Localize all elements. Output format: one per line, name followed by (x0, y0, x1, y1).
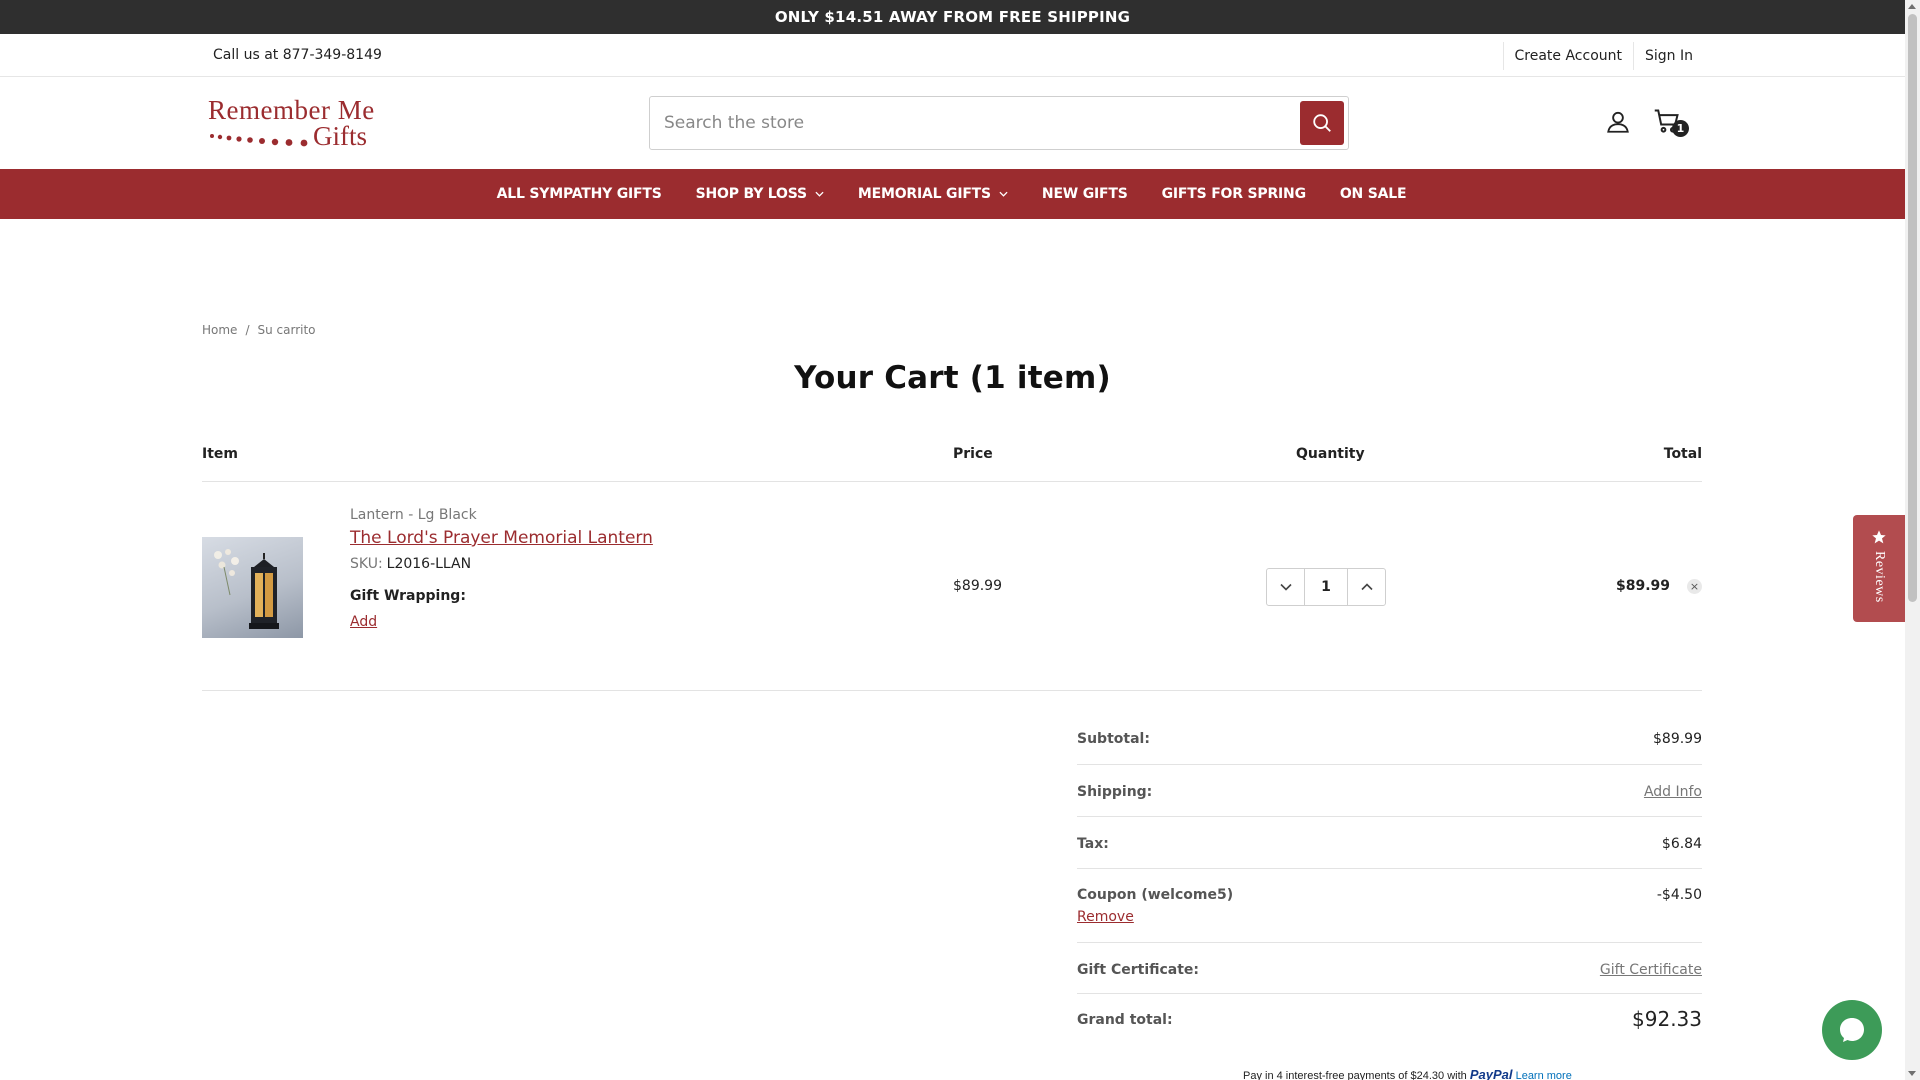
gift-certificate-link[interactable]: Gift Certificate (1600, 962, 1702, 978)
page-scrollbar[interactable] (1905, 0, 1920, 1080)
nav-item-label: ALL SYMPATHY GIFTS (496, 186, 662, 202)
quantity-stepper: 1 (1266, 568, 1386, 606)
reviews-tab-label: Reviews (1872, 551, 1887, 603)
scrollbar-thumb[interactable] (1908, 14, 1917, 602)
header-item: Item (202, 446, 238, 462)
free-shipping-banner: ONLY $14.51 AWAY FROM FREE SHIPPING (0, 0, 1905, 34)
item-price: $89.99 (953, 578, 1002, 594)
header-quantity: Quantity (1296, 446, 1365, 462)
nav-item-label: NEW GIFTS (1041, 186, 1128, 202)
gift-wrapping-add-link[interactable]: Add (350, 614, 653, 630)
cart-totals: Subtotal: $89.99 Shipping: Add Info Tax:… (1077, 716, 1702, 1046)
account-icon[interactable] (1605, 109, 1631, 135)
sku-value: L2016-LLAN (386, 556, 472, 572)
paypal-logo: PayPal (1469, 1067, 1513, 1080)
free-shipping-text: ONLY $14.51 AWAY FROM FREE SHIPPING (774, 8, 1131, 26)
sign-in-link[interactable]: Sign In (1633, 41, 1693, 70)
main-navigation: ALL SYMPATHY GIFTS SHOP BY LOSS MEMORIAL… (0, 169, 1905, 219)
search-button[interactable] (1300, 101, 1344, 145)
scroll-down-arrow-icon[interactable] (1908, 1071, 1916, 1076)
nav-item-label: SHOP BY LOSS (695, 186, 807, 202)
create-account-link[interactable]: Create Account (1502, 41, 1634, 70)
site-logo[interactable]: Remember Me Gifts (205, 95, 385, 151)
coupon-row: Coupon (welcome5) -$4.50 Remove (1077, 869, 1702, 943)
tax-row: Tax: $6.84 (1077, 817, 1702, 869)
chevron-down-icon (1279, 583, 1292, 591)
chevron-up-icon (1360, 583, 1373, 591)
product-variant: Lantern - Lg Black (350, 507, 477, 523)
subtotal-label: Subtotal: (1077, 731, 1150, 747)
nav-all-sympathy-gifts[interactable]: ALL SYMPATHY GIFTS (480, 186, 679, 202)
nav-item-label: ON SALE (1339, 186, 1407, 202)
chat-bubble-icon (1840, 1018, 1864, 1042)
search-input[interactable] (650, 97, 1290, 149)
tax-value: $6.84 (1661, 836, 1702, 852)
header-price: Price (953, 446, 993, 462)
header-total: Total (1663, 446, 1702, 462)
chat-button[interactable] (1822, 1000, 1882, 1060)
paypal-learn-more-link[interactable]: Learn more (1516, 1070, 1572, 1080)
star-icon (1872, 530, 1886, 544)
tax-label: Tax: (1077, 836, 1109, 852)
chevron-down-icon (815, 191, 824, 197)
paypal-message-text: Pay in 4 interest-free payments of $24.3… (1243, 1070, 1467, 1080)
product-sku: SKU: L2016-LLAN (350, 556, 653, 572)
chevron-down-icon (999, 191, 1008, 197)
nav-memorial-gifts[interactable]: MEMORIAL GIFTS (841, 186, 1025, 202)
product-info: Lantern - Lg Black The Lord's Prayer Mem… (350, 507, 653, 630)
cart-count-badge: 1 (1672, 120, 1689, 137)
nav-new-gifts[interactable]: NEW GIFTS (1025, 186, 1145, 202)
nav-on-sale[interactable]: ON SALE (1323, 186, 1424, 202)
item-total: $89.99 (1615, 578, 1670, 594)
gift-wrapping-label: Gift Wrapping: (350, 588, 466, 604)
grand-total-value: $92.33 (1632, 1007, 1702, 1031)
nav-gifts-for-spring[interactable]: GIFTS FOR SPRING (1145, 186, 1323, 202)
search-box (649, 96, 1349, 150)
remove-item-button[interactable]: × (1687, 579, 1702, 594)
coupon-remove-link[interactable]: Remove (1077, 909, 1134, 925)
cart-button[interactable]: 1 (1653, 107, 1689, 137)
utility-bar: Call us at 877-349-8149 Create Account S… (0, 34, 1905, 77)
lantern-icon (249, 553, 279, 629)
grand-total-label: Grand total: (1077, 1012, 1173, 1028)
logo-dots-icon (210, 134, 308, 147)
product-image[interactable] (202, 537, 303, 638)
gift-certificate-label: Gift Certificate: (1077, 962, 1200, 978)
shipping-label: Shipping: (1077, 784, 1153, 800)
search-icon (1313, 114, 1331, 132)
subtotal-value: $89.99 (1653, 731, 1702, 747)
breadcrumb-current: Su carrito (257, 323, 316, 337)
shipping-row: Shipping: Add Info (1077, 765, 1702, 817)
reviews-side-tab[interactable]: Reviews (1853, 515, 1905, 622)
nav-shop-by-loss[interactable]: SHOP BY LOSS (679, 186, 841, 202)
page-title: Your Cart (1 item) (794, 360, 1111, 396)
subtotal-row: Subtotal: $89.99 (1077, 716, 1702, 765)
gift-certificate-row: Gift Certificate: Gift Certificate (1077, 943, 1702, 994)
paypal-pay-later-message: Pay in 4 interest-free payments of $24.3… (1243, 1067, 1572, 1080)
breadcrumb-separator: / (245, 323, 250, 337)
flower-decoration-icon (214, 549, 239, 596)
grand-total-row: Grand total: $92.33 (1077, 994, 1702, 1046)
site-header: Remember Me Gifts 1 (0, 77, 1905, 169)
logo-line-2: Gifts (313, 121, 367, 151)
product-name-link[interactable]: The Lord's Prayer Memorial Lantern (350, 528, 653, 548)
quantity-value[interactable]: 1 (1305, 569, 1347, 605)
nav-item-label: GIFTS FOR SPRING (1161, 186, 1306, 202)
nav-item-label: MEMORIAL GIFTS (857, 186, 991, 202)
account-links: Create Account Sign In (1502, 34, 1693, 77)
breadcrumb-home[interactable]: Home (202, 323, 237, 337)
quantity-increase-button[interactable] (1347, 569, 1385, 605)
cart-item-row: Lantern - Lg Black The Lord's Prayer Mem… (202, 482, 1702, 691)
phone-number: Call us at 877-349-8149 (213, 47, 382, 63)
breadcrumb: Home / Su carrito (202, 323, 316, 337)
shipping-add-info-link[interactable]: Add Info (1644, 784, 1702, 800)
cart-table-header: Item Price Quantity Total (202, 446, 1702, 482)
coupon-label: Coupon (welcome5) (1077, 887, 1234, 903)
scroll-up-arrow-icon[interactable] (1908, 4, 1916, 9)
coupon-value: -$4.50 (1656, 887, 1702, 903)
header-icons: 1 (1605, 107, 1689, 137)
sku-label: SKU: (350, 556, 383, 572)
quantity-decrease-button[interactable] (1267, 569, 1305, 605)
